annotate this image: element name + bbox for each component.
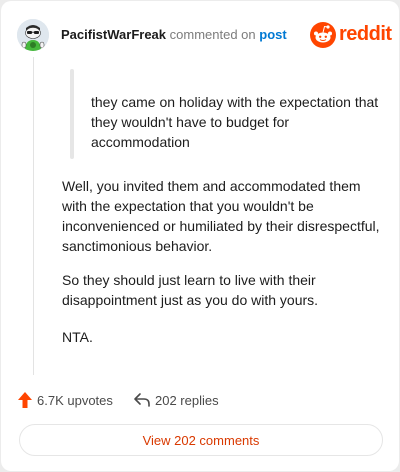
quote-bar	[70, 69, 74, 159]
comment-actions: 6.7K upvotes 202 replies	[17, 389, 377, 411]
comment-header: PacifistWarFreak commented on post reddi…	[17, 15, 392, 55]
reply-arrow-icon	[134, 393, 150, 407]
view-comments-button[interactable]: View 202 comments	[19, 424, 383, 456]
reply-count: 202 replies	[155, 392, 219, 408]
comment-paragraph-1: Well, you invited them and accommodated …	[62, 178, 380, 254]
snoo-avatar-icon	[17, 19, 49, 51]
username-link[interactable]: PacifistWarFreak	[61, 27, 166, 42]
comment-paragraph-2: So they should just learn to live with t…	[62, 272, 319, 308]
quoted-text: they came on holiday with the expectatio…	[91, 94, 379, 150]
reply-button[interactable]: 202 replies	[133, 389, 219, 411]
comment-card: PacifistWarFreak commented on post reddi…	[1, 1, 399, 471]
upvote-button[interactable]: 6.7K upvotes	[17, 389, 113, 411]
comment-paragraph-3: NTA.	[62, 329, 93, 345]
post-link[interactable]: post	[259, 27, 286, 42]
thread-line	[33, 57, 34, 375]
reddit-alien-icon	[310, 22, 336, 48]
upvote-count: 6.7K upvotes	[37, 392, 113, 408]
user-avatar[interactable]	[17, 19, 49, 51]
reddit-wordmark: reddit	[339, 23, 392, 45]
reddit-logo[interactable]: reddit	[309, 21, 392, 49]
action-text: commented on	[169, 27, 256, 42]
comment-byline: PacifistWarFreak commented on post	[61, 27, 287, 43]
upvote-arrow-icon	[18, 392, 32, 408]
